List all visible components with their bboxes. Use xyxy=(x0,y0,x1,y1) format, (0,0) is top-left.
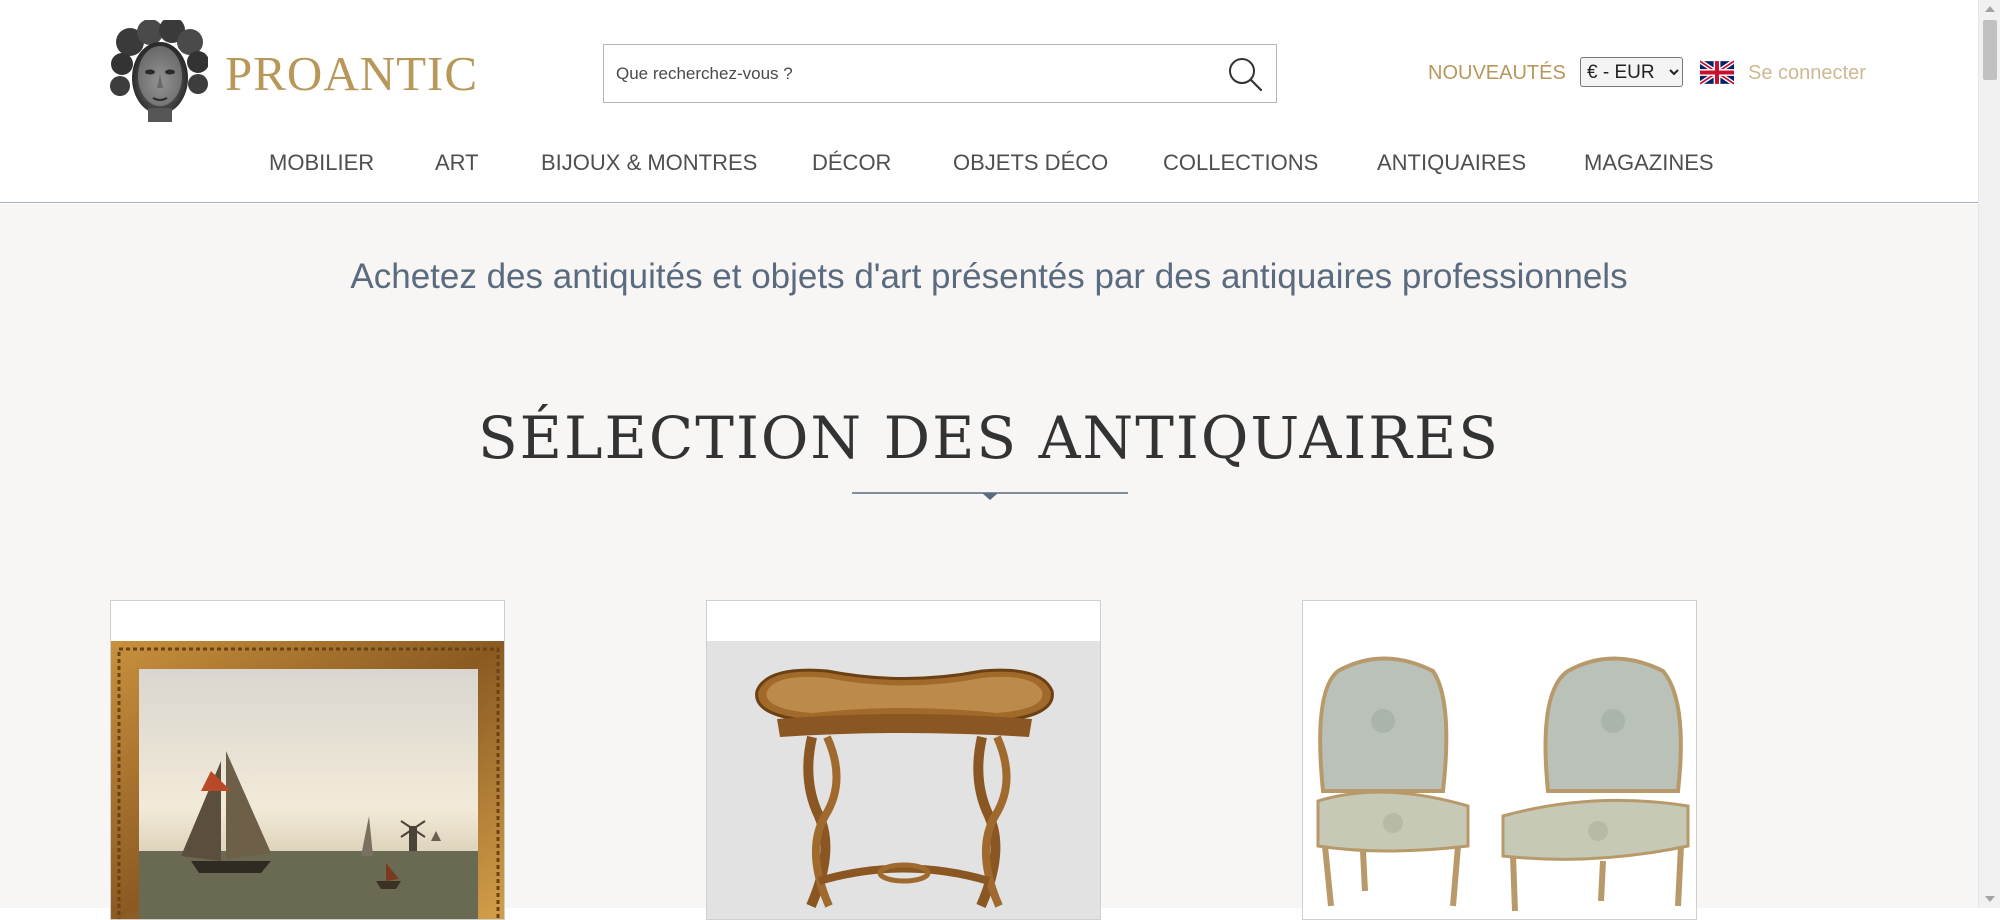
painting-image xyxy=(111,641,504,919)
section-title: SÉLECTION DES ANTIQUAIRES xyxy=(477,404,1501,472)
uk-flag-icon[interactable] xyxy=(1700,60,1734,85)
chairs-image xyxy=(1303,641,1696,919)
scroll-up-arrow-icon[interactable] xyxy=(1985,6,1995,12)
currency-select[interactable]: € - EUR xyxy=(1580,57,1683,87)
nav-item-art[interactable]: ART xyxy=(435,148,479,178)
nav-item-bijoux-montres[interactable]: BIJOUX & MONTRES xyxy=(541,148,757,178)
product-card-chairs[interactable] xyxy=(1302,600,1697,920)
table-image xyxy=(707,641,1100,919)
page-scrollbar[interactable] xyxy=(1978,0,2000,908)
nav-item-antiquaires[interactable]: ANTIQUAIRES xyxy=(1377,148,1526,178)
product-card-table[interactable] xyxy=(706,600,1101,920)
greek-head-bust-icon xyxy=(110,20,208,122)
new-arrivals-link[interactable]: NOUVEAUTÉS xyxy=(1428,60,1566,86)
tagline: Achetez des antiquités et objets d'art p… xyxy=(350,257,1628,296)
main-content: Achetez des antiquités et objets d'art p… xyxy=(0,204,1978,920)
site-header: PROANTIC NOUVEAUTÉS € - EUR Se connecter… xyxy=(0,0,1978,203)
scroll-down-arrow-icon[interactable] xyxy=(1985,896,1995,902)
nav-item-mobilier[interactable]: MOBILIER xyxy=(269,148,374,178)
search-input[interactable] xyxy=(614,45,1204,102)
search-icon[interactable] xyxy=(1226,55,1264,93)
nav-item-magazines[interactable]: MAGAZINES xyxy=(1584,148,1714,178)
nav-item-collections[interactable]: COLLECTIONS xyxy=(1163,148,1318,178)
title-divider xyxy=(852,492,1128,500)
nav-item-objets-deco[interactable]: OBJETS DÉCO xyxy=(953,148,1108,178)
scroll-thumb[interactable] xyxy=(1983,20,1997,80)
main-nav: MOBILIER ART BIJOUX & MONTRES DÉCOR OBJE… xyxy=(0,148,1978,178)
login-link[interactable]: Se connecter xyxy=(1748,60,1866,86)
search-box xyxy=(603,44,1277,103)
brand-name: PROANTIC xyxy=(225,46,479,101)
nav-item-decor[interactable]: DÉCOR xyxy=(812,148,891,178)
product-card-painting[interactable] xyxy=(110,600,505,920)
